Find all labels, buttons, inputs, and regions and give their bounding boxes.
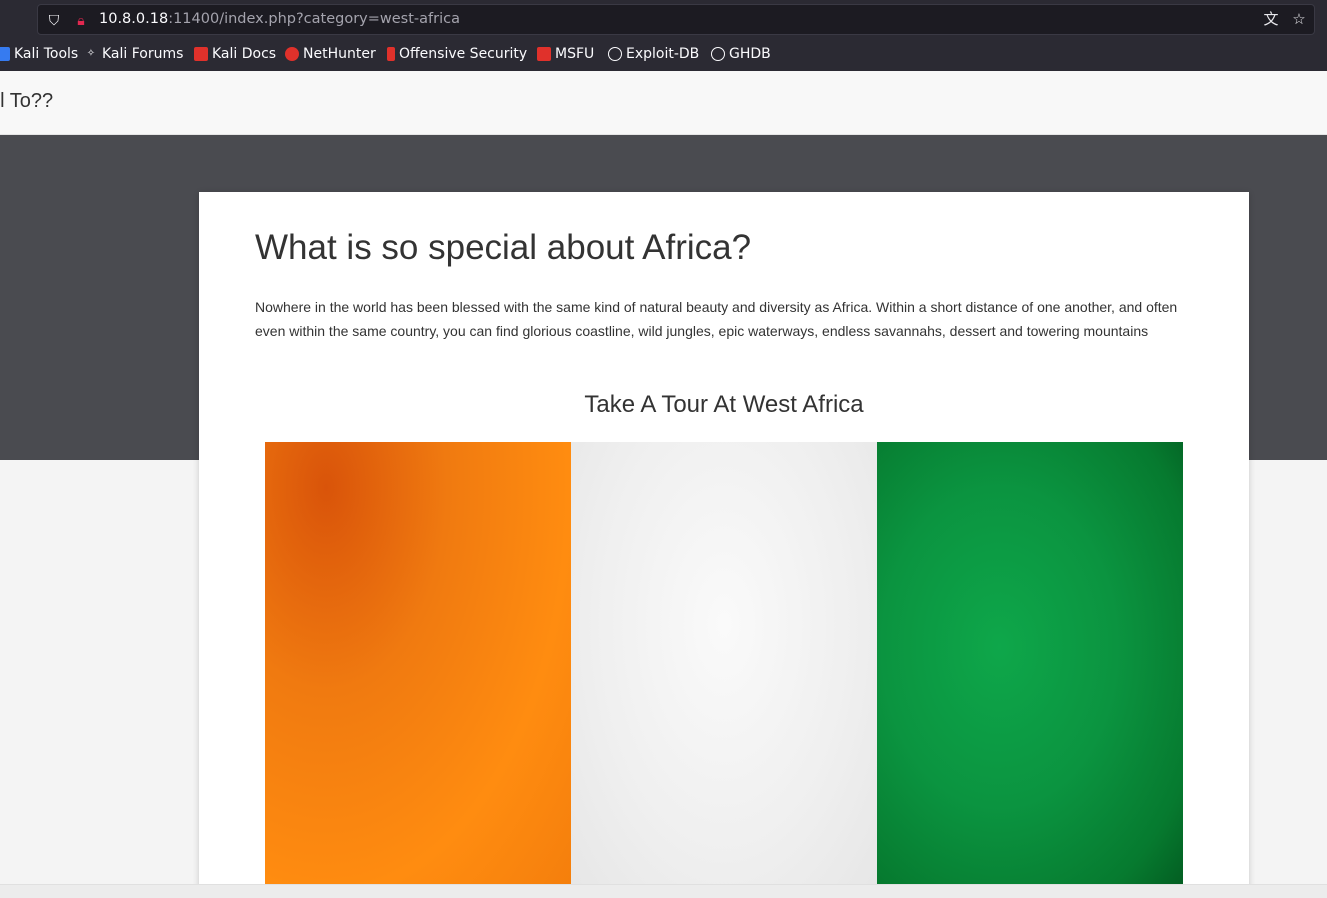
bookmark-ghdb[interactable]: GHDB (711, 44, 771, 64)
address-bar[interactable]: ⛉ 🔒︎ 10.8.0.18:11400/index.php?category=… (37, 4, 1315, 35)
translate-icon[interactable]: 文 (1262, 11, 1280, 29)
ivory-coast-flag-image (265, 442, 1183, 898)
kali-icon (0, 47, 10, 61)
bookmark-star-icon[interactable]: ☆ (1290, 11, 1308, 29)
site-navbar: el To?? (0, 71, 1327, 135)
content-card: What is so special about Africa? Nowhere… (199, 192, 1249, 898)
bookmark-kali-docs[interactable]: Kali Docs (194, 44, 276, 64)
horizontal-scrollbar[interactable] (0, 884, 1327, 898)
bookmark-label: Kali Tools (14, 46, 79, 62)
bookmark-label: Offensive Security (399, 46, 528, 62)
site-brand[interactable]: el To?? (0, 90, 53, 113)
bookmark-label: Kali Docs (212, 46, 277, 62)
bookmark-kali-forums[interactable]: ✧ Kali Forums (84, 44, 184, 64)
nethunter-icon (285, 47, 299, 61)
bookmark-label: Exploit-DB (626, 46, 700, 62)
bookmark-label: NetHunter (303, 46, 376, 62)
url-path: :11400/index.php?category=west-africa (168, 11, 460, 27)
insecure-lock-icon[interactable]: 🔒︎ (73, 12, 89, 28)
url-text[interactable]: 10.8.0.18:11400/index.php?category=west-… (99, 11, 460, 27)
globe-icon (608, 47, 622, 61)
page-title: What is so special about Africa? (255, 228, 752, 267)
bookmark-label: Kali Forums (102, 46, 184, 62)
browser-chrome: ⛉ 🔒︎ 10.8.0.18:11400/index.php?category=… (0, 0, 1327, 71)
bookmark-offensive-security[interactable]: Offensive Security (387, 44, 527, 64)
shield-icon[interactable]: ⛉ (46, 12, 62, 28)
offsec-icon (387, 47, 395, 61)
flag-stripe-green (877, 442, 1183, 898)
flag-stripe-white (571, 442, 877, 898)
bookmark-nethunter[interactable]: NetHunter (285, 44, 376, 64)
bookmark-exploit-db[interactable]: Exploit-DB (608, 44, 699, 64)
flag-stripe-orange (265, 442, 571, 898)
bookmark-msfu[interactable]: MSFU (537, 44, 594, 64)
bookmark-kali-tools[interactable]: Kali Tools (0, 44, 78, 64)
msfu-icon (537, 47, 551, 61)
bookmark-label: MSFU (555, 46, 595, 62)
globe-icon (711, 47, 725, 61)
intro-paragraph: Nowhere in the world has been blessed wi… (255, 299, 1178, 339)
url-host: 10.8.0.18 (99, 11, 169, 27)
section-heading: Take A Tour At West Africa (584, 391, 864, 418)
kali-dragon-icon: ✧ (86, 48, 96, 59)
docs-icon (194, 47, 208, 61)
bookmarks-toolbar: Kali Tools ✧ Kali Forums Kali Docs NetHu… (0, 42, 1327, 68)
bookmark-label: GHDB (729, 46, 771, 62)
